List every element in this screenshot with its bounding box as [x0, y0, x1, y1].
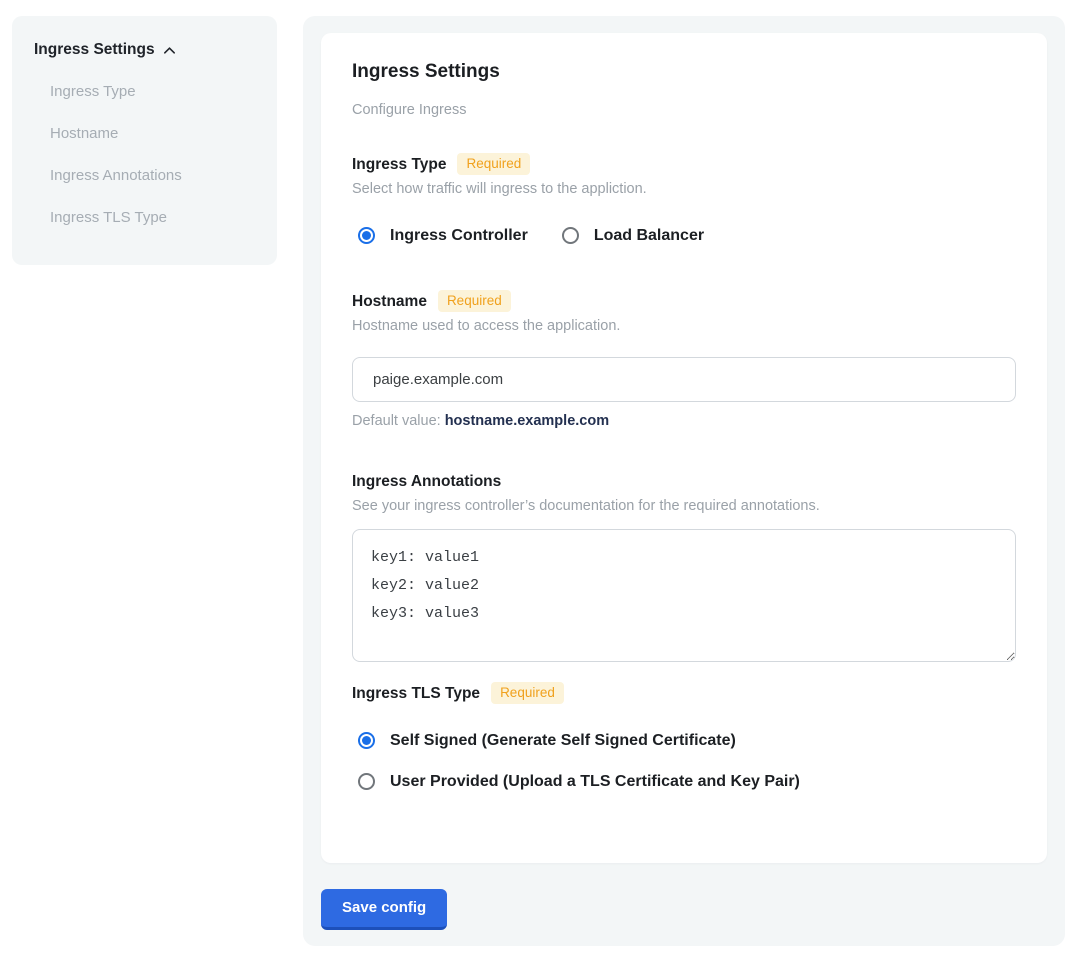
tls-type-radio-group: Self Signed (Generate Self Signed Certif…	[358, 730, 1016, 792]
hostname-default-value: Default value: hostname.example.com	[352, 412, 1016, 431]
annotations-description: See your ingress controller’s documentat…	[352, 497, 1016, 516]
radio-option-ingress-controller[interactable]: Ingress Controller	[358, 225, 528, 246]
sidebar-group-ingress-settings[interactable]: Ingress Settings	[34, 40, 277, 60]
default-value-text: hostname.example.com	[445, 413, 609, 429]
hostname-label: Hostname	[352, 291, 427, 312]
radio-icon	[358, 732, 375, 749]
required-badge: Required	[457, 153, 530, 175]
card-subtitle: Configure Ingress	[352, 101, 1016, 119]
sidebar-item-ingress-type[interactable]: Ingress Type	[50, 82, 277, 102]
required-badge: Required	[438, 290, 511, 312]
default-value-prefix: Default value:	[352, 413, 445, 429]
field-ingress-type: Ingress Type Required Select how traffic…	[352, 153, 1016, 246]
radio-icon	[562, 227, 579, 244]
radio-label: Ingress Controller	[390, 225, 528, 246]
radio-label: Self Signed (Generate Self Signed Certif…	[390, 730, 736, 751]
radio-icon	[358, 227, 375, 244]
field-ingress-annotations: Ingress Annotations See your ingress con…	[352, 471, 1016, 662]
sidebar-items: Ingress Type Hostname Ingress Annotation…	[50, 82, 277, 228]
required-badge: Required	[491, 682, 564, 704]
radio-option-load-balancer[interactable]: Load Balancer	[562, 225, 704, 246]
sidebar-item-hostname[interactable]: Hostname	[50, 124, 277, 144]
save-config-button[interactable]: Save config	[321, 889, 447, 930]
sidebar-group-label: Ingress Settings	[34, 40, 155, 60]
sidebar-item-ingress-tls-type[interactable]: Ingress TLS Type	[50, 208, 277, 228]
radio-option-self-signed[interactable]: Self Signed (Generate Self Signed Certif…	[358, 730, 1016, 751]
settings-sidebar: Ingress Settings Ingress Type Hostname I…	[12, 16, 277, 265]
field-ingress-tls-type: Ingress TLS Type Required Self Signed (G…	[352, 682, 1016, 792]
tls-type-label: Ingress TLS Type	[352, 683, 480, 704]
card-title: Ingress Settings	[352, 61, 1016, 83]
annotations-label: Ingress Annotations	[352, 471, 501, 492]
hostname-input[interactable]	[352, 357, 1016, 402]
radio-label: Load Balancer	[594, 225, 704, 246]
radio-option-user-provided[interactable]: User Provided (Upload a TLS Certificate …	[358, 771, 1016, 792]
radio-icon	[358, 773, 375, 790]
ingress-type-description: Select how traffic will ingress to the a…	[352, 180, 1016, 199]
hostname-description: Hostname used to access the application.	[352, 317, 1016, 336]
sidebar-item-ingress-annotations[interactable]: Ingress Annotations	[50, 166, 277, 186]
ingress-type-label: Ingress Type	[352, 154, 446, 175]
chevron-up-icon	[162, 43, 177, 58]
ingress-settings-card: Ingress Settings Configure Ingress Ingre…	[321, 33, 1047, 863]
settings-panel: Ingress Settings Configure Ingress Ingre…	[303, 16, 1065, 946]
radio-label: User Provided (Upload a TLS Certificate …	[390, 771, 800, 792]
annotations-textarea[interactable]: key1: value1 key2: value2 key3: value3	[352, 529, 1016, 662]
ingress-type-radio-group: Ingress Controller Load Balancer	[358, 225, 1016, 246]
field-hostname: Hostname Required Hostname used to acces…	[352, 290, 1016, 431]
